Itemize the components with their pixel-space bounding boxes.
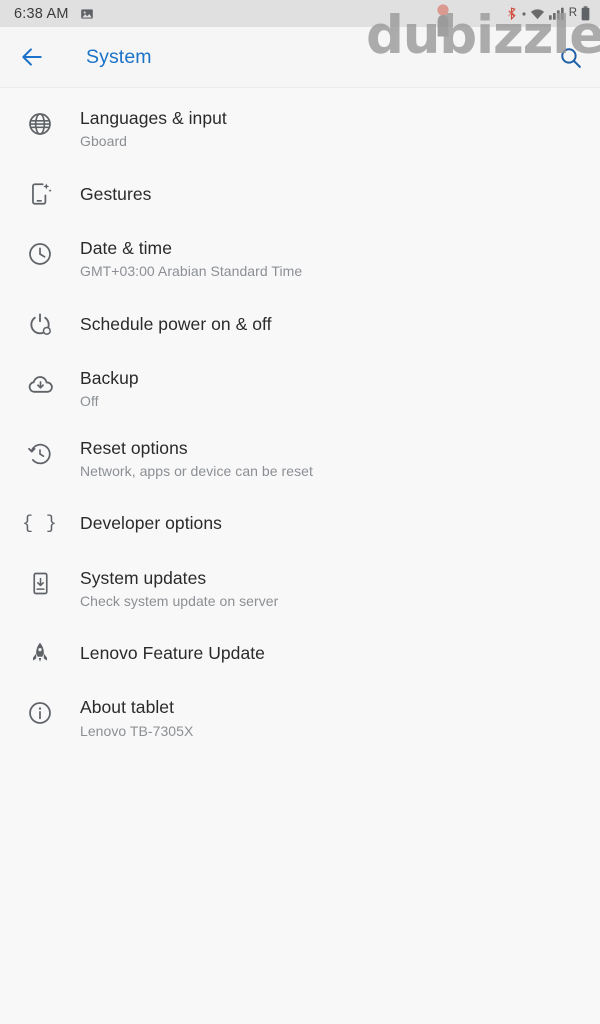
settings-system-screen: 6:38 AM R System dubizzle Languages & in…	[0, 0, 600, 1024]
list-item-subtitle: Network, apps or device can be reset	[80, 463, 313, 480]
list-item-schedule-power-on-off[interactable]: Schedule power on & off	[0, 294, 600, 354]
phone-download-icon	[0, 567, 80, 596]
list-item-subtitle: Gboard	[80, 133, 127, 150]
list-item-system-updates[interactable]: System updates Check system update on se…	[0, 554, 600, 624]
search-icon	[560, 47, 581, 68]
list-item-subtitle: Check system update on server	[80, 592, 279, 609]
list-item-gestures[interactable]: Gestures	[0, 164, 600, 224]
list-item-date-and-time[interactable]: Date & time GMT+03:00 Arabian Standard T…	[0, 224, 600, 294]
image-icon	[80, 7, 94, 21]
roaming-indicator: R	[568, 6, 577, 19]
system-settings-list: Languages & input Gboard Gestures Date &…	[0, 88, 600, 753]
list-item-subtitle: GMT+03:00 Arabian Standard Time	[80, 263, 303, 280]
page-title: System	[86, 45, 152, 68]
battery-icon	[581, 6, 590, 21]
search-button[interactable]	[548, 35, 592, 79]
list-item-text: Languages & input Gboard	[80, 107, 584, 151]
list-item-text: Developer options	[80, 512, 584, 534]
list-item-text: Schedule power on & off	[80, 313, 584, 335]
list-item-lenovo-feature-update[interactable]: Lenovo Feature Update	[0, 623, 600, 683]
globe-icon	[0, 107, 80, 137]
status-bar-system-icons: R	[505, 6, 590, 21]
list-item-developer-options[interactable]: { } Developer options	[0, 494, 600, 554]
dot-separator-icon	[522, 11, 526, 16]
power-schedule-icon	[0, 311, 80, 337]
history-restore-icon	[0, 437, 80, 467]
info-icon	[0, 696, 80, 726]
list-item-title: Languages & input	[80, 108, 227, 128]
status-bar: 6:38 AM R	[0, 0, 600, 27]
list-item-backup[interactable]: Backup Off	[0, 354, 600, 424]
list-item-subtitle: Off	[80, 393, 99, 410]
list-item-title: Backup	[80, 367, 139, 388]
signal-bars-icon	[548, 7, 565, 20]
arrow-left-icon	[22, 48, 42, 66]
list-item-about-tablet[interactable]: About tablet Lenovo TB-7305X	[0, 683, 600, 753]
status-bar-notification-icons	[80, 7, 94, 21]
app-bar: System	[0, 27, 600, 88]
list-item-text: Lenovo Feature Update	[80, 642, 584, 664]
list-item-title: Gestures	[80, 183, 152, 204]
list-item-title: Lenovo Feature Update	[80, 643, 265, 664]
list-item-languages-and-input[interactable]: Languages & input Gboard	[0, 94, 600, 164]
status-bar-clock: 6:38 AM	[14, 5, 69, 22]
bluetooth-off-icon	[505, 6, 518, 21]
list-item-title: About tablet	[80, 697, 175, 718]
wifi-icon	[530, 8, 545, 20]
clock-icon	[0, 237, 80, 267]
list-item-title: Date & time	[80, 237, 172, 258]
back-button[interactable]	[4, 29, 60, 85]
list-item-reset-options[interactable]: Reset options Network, apps or device ca…	[0, 424, 600, 494]
cloud-upload-icon	[0, 367, 80, 398]
list-item-text: About tablet Lenovo TB-7305X	[80, 696, 584, 740]
curly-braces-icon: { }	[22, 513, 58, 534]
list-item-title: Schedule power on & off	[80, 313, 272, 334]
list-item-text: Backup Off	[80, 367, 584, 411]
list-item-text: Date & time GMT+03:00 Arabian Standard T…	[80, 237, 584, 281]
list-item-title: System updates	[80, 567, 207, 588]
list-item-text: Reset options Network, apps or device ca…	[80, 437, 584, 481]
list-item-subtitle: Lenovo TB-7305X	[80, 722, 194, 739]
list-item-title: Developer options	[80, 513, 222, 534]
list-item-text: System updates Check system update on se…	[80, 567, 584, 611]
list-item-text: Gestures	[80, 183, 584, 205]
rocket-icon	[0, 641, 80, 665]
list-item-title: Reset options	[80, 437, 188, 458]
gestures-phone-sparkle-icon	[0, 181, 80, 207]
